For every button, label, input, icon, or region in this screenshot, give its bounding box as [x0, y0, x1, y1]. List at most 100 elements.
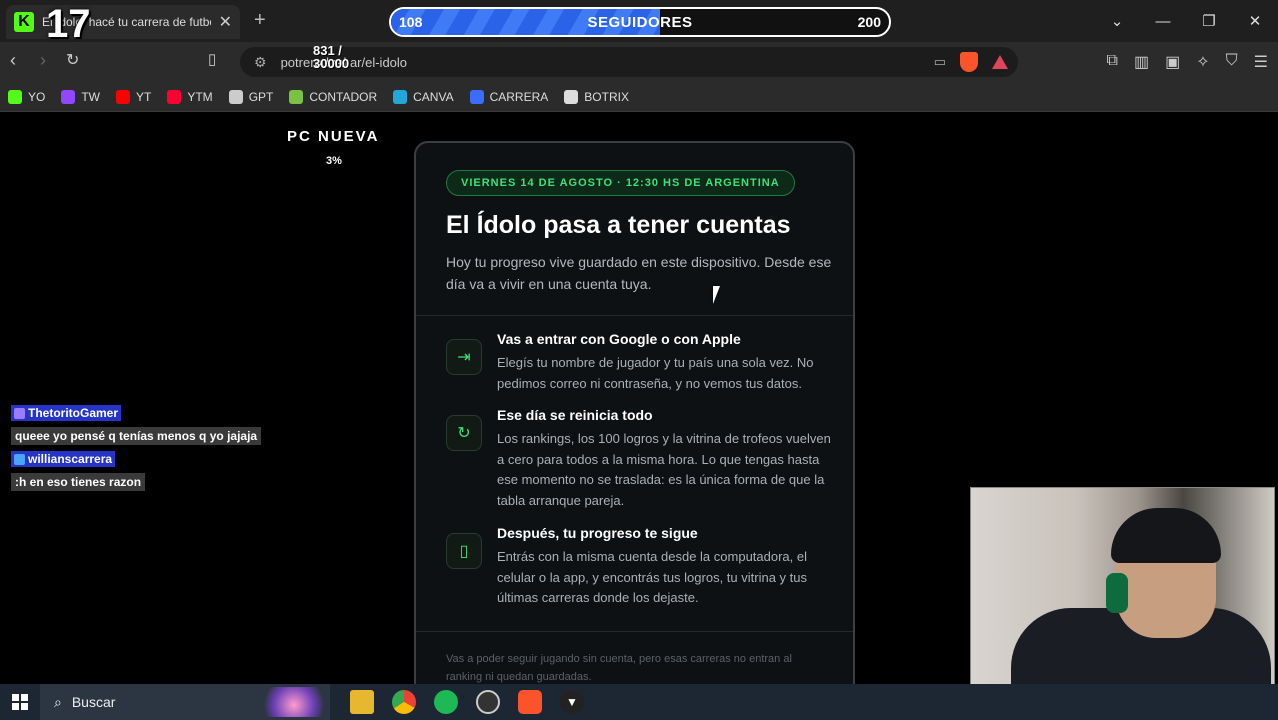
bookmark-favicon-icon — [167, 89, 182, 104]
obs-icon[interactable] — [476, 690, 500, 714]
item-title: Vas a entrar con Google o con Apple — [497, 331, 741, 347]
window-controls: ⌄ — ❐ ✕ — [1094, 0, 1278, 42]
chrome-icon[interactable] — [392, 690, 416, 714]
item-body: Elegís tu nombre de jugador y tu país un… — [497, 355, 814, 391]
brave-rewards-icon[interactable] — [992, 55, 1008, 69]
login-icon: ⇥ — [446, 339, 482, 375]
browser-tab[interactable]: K El Ídolo: hacé tu carrera de futbol ✕ — [6, 5, 240, 39]
bookmark-item[interactable]: GPT — [228, 89, 274, 104]
small-stats-line2: 30000 — [313, 56, 350, 71]
close-window-button[interactable]: ✕ — [1232, 0, 1278, 42]
bookmark-label: GPT — [248, 89, 274, 104]
bookmark-label: CARRERA — [489, 89, 549, 104]
card-title: El Ídolo pasa a tener cuentas — [446, 211, 791, 239]
bookmark-favicon-icon — [228, 89, 243, 104]
tab-list-chevron-icon[interactable]: ⌄ — [1094, 0, 1140, 42]
bookmark-item[interactable]: CANVA — [393, 89, 454, 104]
bookmark-favicon-icon — [289, 89, 304, 104]
chat-username-text: willianscarrera — [28, 452, 113, 466]
bookmark-icon[interactable]: ▯ — [208, 50, 216, 68]
leo-ai-icon[interactable]: ✧ — [1196, 52, 1209, 72]
start-button[interactable] — [0, 684, 40, 720]
close-tab-icon[interactable]: ✕ — [219, 12, 232, 32]
vpn-shield-icon[interactable]: ⛉ — [1226, 52, 1238, 72]
bookmark-favicon-icon — [61, 89, 76, 104]
mouse-cursor-icon — [713, 286, 727, 304]
bookmark-favicon-icon — [393, 89, 408, 104]
windows-logo-icon — [12, 694, 28, 710]
bookmarks-bar: YO TW YT YTM GPT CONTADOR CANVA CARRERA BOTRIX — [0, 82, 1278, 112]
overlay-small-stats: 831 / 30000 — [313, 44, 349, 70]
restore-button[interactable]: ❐ — [1186, 0, 1232, 42]
webcam-person-hair — [1111, 508, 1221, 563]
bookmark-label: YT — [136, 89, 152, 104]
bookmark-item[interactable]: CARRERA — [469, 89, 549, 104]
chat-message: ThetoritoGamer queee yo pensé q tenías m… — [11, 405, 262, 445]
back-icon[interactable]: ‹ — [10, 50, 16, 71]
bookmark-favicon-icon — [8, 89, 22, 104]
card-subtitle: Hoy tu progreso vive guardado en este di… — [446, 254, 832, 292]
reload-icon[interactable]: ↻ — [66, 50, 79, 70]
chat-text: queee yo pensé q tenías menos q yo jajaj… — [11, 426, 262, 445]
bookmark-item[interactable]: TW — [61, 89, 100, 104]
item-title: Ese día se reinicia todo — [497, 407, 653, 423]
url-bar[interactable]: ⚙ potrerodual.ar/el-idolo ▭ — [240, 47, 1018, 77]
bookmark-favicon-icon — [469, 89, 484, 104]
divider — [416, 315, 853, 316]
file-explorer-icon[interactable] — [350, 690, 374, 714]
search-label: Buscar — [71, 694, 116, 710]
taskbar: ⌕ Buscar ▼ — [0, 684, 1278, 720]
divider — [416, 631, 853, 632]
bookmark-label: YTM — [187, 89, 213, 104]
minimize-button[interactable]: — — [1140, 0, 1186, 42]
kick-favicon-icon: K — [14, 12, 34, 32]
pc-goal-title: PC NUEVA — [287, 128, 380, 145]
menu-icon[interactable]: ☰ — [1254, 52, 1268, 72]
chat-badge-icon — [14, 407, 25, 419]
follower-goal-bar: 108 SEGUIDORES 200 — [389, 7, 891, 37]
chat-badge-icon — [14, 453, 25, 465]
site-settings-icon[interactable]: ⚙ — [254, 54, 267, 71]
chat-username-text: ThetoritoGamer — [28, 406, 119, 420]
toolbar-actions: ⧉ ▥ ▣ ✧ ⛉ ☰ — [1107, 52, 1268, 72]
forward-icon[interactable]: › — [40, 50, 46, 71]
bookmark-item[interactable]: YO — [8, 89, 46, 104]
brave-shields-icon[interactable] — [960, 52, 978, 72]
item-body: Los rankings, los 100 logros y la vitrin… — [497, 431, 831, 508]
address-toolbar: ‹ › ↻ ▯ ⚙ potrerodual.ar/el-idolo ▭ ⧉ ▥ … — [0, 42, 1278, 82]
brave-icon[interactable] — [518, 690, 542, 714]
sidebar-icon[interactable]: ▥ — [1134, 52, 1149, 72]
item-body: Entrás con la misma cuenta desde la comp… — [497, 549, 808, 605]
taskbar-apps: ▼ — [350, 690, 584, 714]
chat-username: ThetoritoGamer — [11, 405, 122, 421]
bookmark-label: BOTRIX — [584, 89, 629, 104]
goal-label: SEGUIDORES — [587, 13, 693, 31]
taskbar-search[interactable]: ⌕ Buscar — [40, 684, 330, 720]
spotify-icon[interactable] — [434, 690, 458, 714]
new-tab-button[interactable]: + — [254, 9, 266, 32]
bookmark-item[interactable]: BOTRIX — [564, 89, 629, 104]
bookmark-label: CONTADOR — [309, 89, 378, 104]
phone-icon: ▯ — [446, 533, 482, 569]
reset-icon: ↻ — [446, 415, 482, 451]
bookmark-label: YO — [28, 89, 46, 104]
bookmark-label: CANVA — [413, 89, 454, 104]
bookmark-item[interactable]: CONTADOR — [289, 89, 378, 104]
bookmark-label: TW — [81, 89, 100, 104]
extensions-icon[interactable]: ⧉ — [1107, 52, 1118, 72]
url-bar-actions: ▭ — [934, 52, 1008, 72]
screen: K El Ídolo: hacé tu carrera de futbol ✕ … — [0, 0, 1278, 720]
fox-app-icon[interactable]: ▼ — [560, 690, 584, 714]
chat-message: willianscarrera :h en eso tienes razon — [11, 451, 146, 491]
wallet-icon[interactable]: ▣ — [1165, 52, 1180, 72]
item-title: Después, tu progreso te sigue — [497, 525, 698, 541]
headphones-icon — [1106, 573, 1128, 613]
bookmark-item[interactable]: YT — [116, 89, 152, 104]
announcement-card: VIERNES 14 DE AGOSTO · 12:30 HS DE ARGEN… — [414, 141, 855, 701]
overlay-counter: 17 — [46, 2, 91, 46]
bookmark-item[interactable]: YTM — [167, 89, 213, 104]
bookmark-favicon-icon — [564, 89, 579, 104]
webcam-feed — [970, 487, 1275, 717]
cast-icon[interactable]: ▭ — [934, 54, 946, 70]
search-highlight-image — [258, 687, 330, 717]
